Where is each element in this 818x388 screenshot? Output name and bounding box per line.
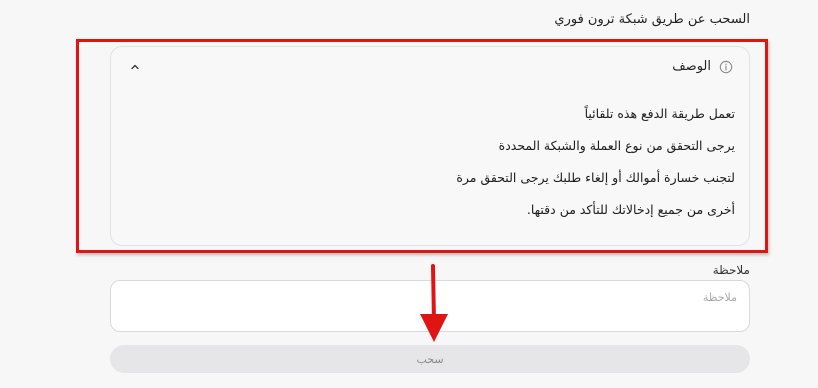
note-label: ملاحظة <box>712 263 750 277</box>
withdraw-button[interactable]: سحب <box>110 345 750 373</box>
withdraw-page: السحب عن طريق شبكة ترون فوري الوصف تعمل … <box>0 0 818 388</box>
section-title: السحب عن طريق شبكة ترون فوري <box>554 12 750 27</box>
note-input[interactable] <box>110 280 750 332</box>
highlight-annotation-frame <box>76 39 768 253</box>
